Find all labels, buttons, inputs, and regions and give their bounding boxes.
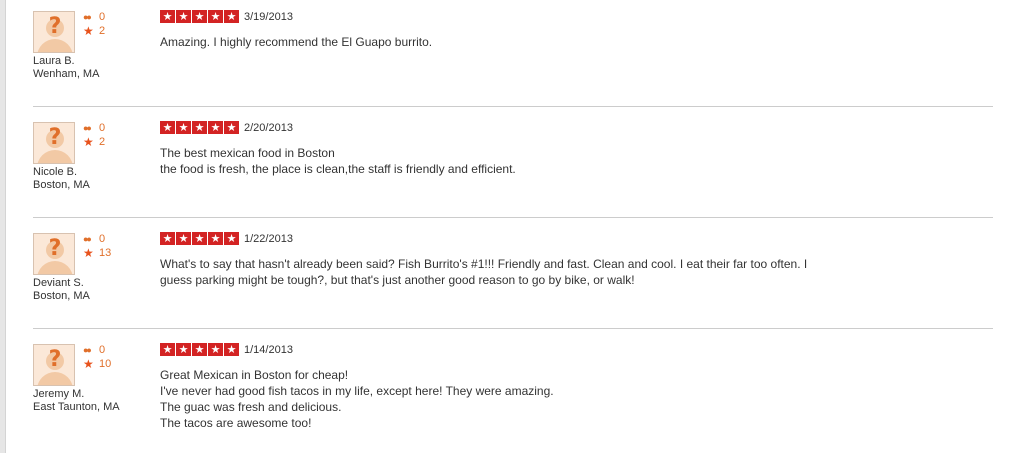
user-location: Boston, MA: [33, 290, 90, 302]
friends-icon: ●●: [83, 234, 92, 244]
star-rating: ★ ★ ★ ★ ★: [160, 343, 239, 356]
user-name-link[interactable]: Nicole B.: [33, 166, 77, 179]
review-text-line: Great Mexican in Boston for cheap!: [160, 368, 349, 382]
review-count-row: ★ 10: [83, 357, 111, 371]
rating-star-icon: ★: [160, 343, 175, 356]
friend-count: 0: [99, 233, 106, 245]
review-count-row: ★ 2: [83, 24, 105, 38]
review-count: 10: [99, 358, 112, 370]
user-stats: ●● 0 ★ 2: [83, 121, 105, 149]
star-icon: ★: [83, 246, 94, 260]
user-location: East Taunton, MA: [33, 401, 120, 413]
rating-star-icon: ★: [192, 10, 207, 23]
review-date: 3/19/2013: [244, 11, 293, 23]
friend-count: 0: [99, 11, 106, 23]
user-name-link[interactable]: Deviant S.: [33, 277, 84, 290]
review-count-row: ★ 2: [83, 135, 105, 149]
user-name-link[interactable]: Jeremy M.: [33, 388, 84, 401]
review-separator: [33, 217, 993, 218]
default-avatar-icon[interactable]: ?: [33, 233, 75, 275]
review-count: 2: [99, 25, 106, 37]
rating-star-icon: ★: [208, 232, 223, 245]
rating-star-icon: ★: [176, 121, 191, 134]
review-text-line: The guac was fresh and delicious.: [160, 400, 342, 414]
user-stats: ●● 0 ★ 2: [83, 10, 105, 38]
user-stats: ●● 0 ★ 13: [83, 232, 111, 260]
review-item: ? ●● 0 ★ 2 Laura B. Wenham, MA ★ ★ ★ ★ ★ 3/1…: [0, 3, 1019, 114]
review-count: 13: [99, 247, 112, 259]
review-count: 2: [99, 136, 106, 148]
review-text-line: The best mexican food in Boston: [160, 146, 335, 160]
friends-icon: ●●: [83, 123, 92, 133]
star-rating: ★ ★ ★ ★ ★: [160, 121, 239, 134]
friends-icon: ●●: [83, 12, 92, 22]
review-item: ? ●● 0 ★ 13 Deviant S. Boston, MA ★ ★ ★ ★ ★ …: [0, 225, 1019, 336]
rating-star-icon: ★: [208, 343, 223, 356]
review-text-line: The tacos are awesome too!: [160, 416, 312, 430]
friend-count-row: ●● 0: [83, 121, 105, 135]
review-separator: [33, 328, 993, 329]
rating-star-icon: ★: [224, 343, 239, 356]
rating-star-icon: ★: [192, 343, 207, 356]
star-rating: ★ ★ ★ ★ ★: [160, 10, 239, 23]
review-text-line: I've never had good fish tacos in my lif…: [160, 384, 554, 398]
default-avatar-icon[interactable]: ?: [33, 344, 75, 386]
review-separator: [33, 106, 993, 107]
review-text-line: What's to say that hasn't already been s…: [160, 257, 808, 287]
rating-star-icon: ★: [160, 232, 175, 245]
rating-star-icon: ★: [224, 121, 239, 134]
review-text: Amazing. I highly recommend the El Guapo…: [160, 34, 840, 50]
review-text-line: Amazing. I highly recommend the El Guapo…: [160, 35, 433, 49]
rating-star-icon: ★: [176, 10, 191, 23]
rating-star-icon: ★: [224, 10, 239, 23]
rating-star-icon: ★: [208, 10, 223, 23]
rating-star-icon: ★: [192, 232, 207, 245]
rating-star-icon: ★: [192, 121, 207, 134]
review-text: Great Mexican in Boston for cheap! I've n…: [160, 367, 840, 431]
friend-count-row: ●● 0: [83, 232, 111, 246]
friend-count-row: ●● 0: [83, 10, 105, 24]
review-text: The best mexican food in Boston the food …: [160, 145, 840, 177]
friend-count-row: ●● 0: [83, 343, 111, 357]
rating-star-icon: ★: [208, 121, 223, 134]
default-avatar-icon[interactable]: ?: [33, 122, 75, 164]
default-avatar-icon[interactable]: ?: [33, 11, 75, 53]
user-stats: ●● 0 ★ 10: [83, 343, 111, 371]
user-location: Boston, MA: [33, 179, 90, 191]
review-date: 1/14/2013: [244, 344, 293, 356]
star-icon: ★: [83, 135, 94, 149]
review-item: ? ●● 0 ★ 10 Jeremy M. East Taunton, MA ★…: [0, 336, 1019, 447]
friends-icon: ●●: [83, 345, 92, 355]
user-location: Wenham, MA: [33, 68, 100, 80]
rating-star-icon: ★: [176, 343, 191, 356]
user-name-link[interactable]: Laura B.: [33, 55, 75, 68]
rating-star-icon: ★: [160, 121, 175, 134]
star-rating: ★ ★ ★ ★ ★: [160, 232, 239, 245]
friend-count: 0: [99, 122, 106, 134]
rating-star-icon: ★: [176, 232, 191, 245]
star-icon: ★: [83, 357, 94, 371]
review-count-row: ★ 13: [83, 246, 111, 260]
review-text-line: the food is fresh, the place is clean,th…: [160, 162, 516, 176]
review-date: 1/22/2013: [244, 233, 293, 245]
rating-star-icon: ★: [224, 232, 239, 245]
review-date: 2/20/2013: [244, 122, 293, 134]
review-text: What's to say that hasn't already been s…: [160, 256, 840, 288]
review-item: ? ●● 0 ★ 2 Nicole B. Boston, MA ★ ★ ★ ★ ★ 2/…: [0, 114, 1019, 225]
star-icon: ★: [83, 24, 94, 38]
rating-star-icon: ★: [160, 10, 175, 23]
friend-count: 0: [99, 344, 106, 356]
